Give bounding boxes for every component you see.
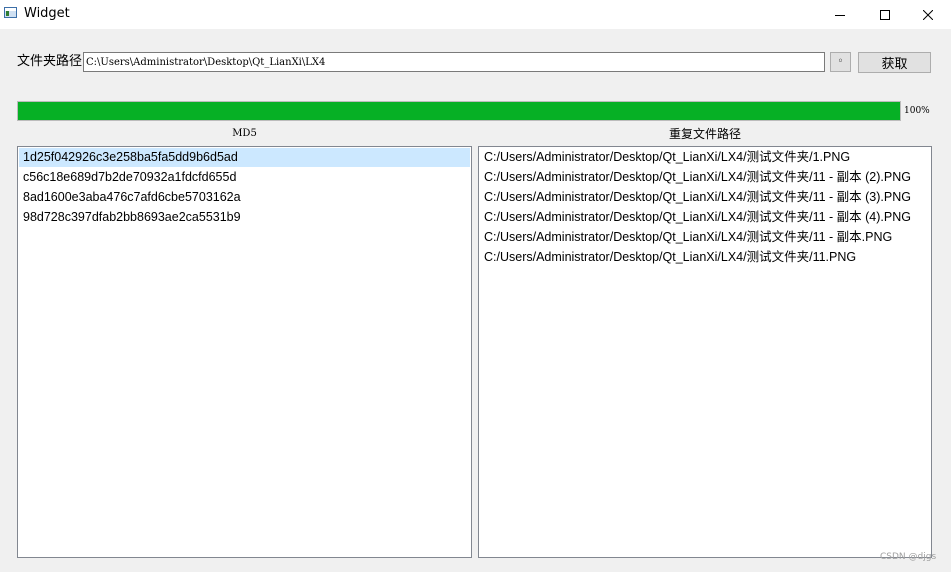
duplicate-path-list[interactable]: C:/Users/Administrator/Desktop/Qt_LianXi… — [478, 146, 932, 558]
maximize-icon — [880, 9, 890, 20]
window-title: Widget — [24, 6, 70, 21]
folder-path-input[interactable] — [83, 52, 825, 72]
browse-button[interactable]: ◦ — [830, 52, 851, 72]
md5-list-item[interactable]: 98d728c397dfab2bb8693ae2ca5531b9 — [19, 208, 470, 227]
close-button[interactable] — [905, 0, 951, 29]
fetch-button-label: 获取 — [881, 57, 908, 72]
duplicate-path-column-header: 重复文件路径 — [668, 127, 741, 141]
window-app-icon — [4, 7, 17, 18]
watermark-text: CSDN @djgs — [880, 552, 937, 562]
title-bar[interactable]: Widget — [0, 0, 951, 29]
duplicate-path-item[interactable]: C:/Users/Administrator/Desktop/Qt_LianXi… — [480, 248, 930, 267]
duplicate-path-item[interactable]: C:/Users/Administrator/Desktop/Qt_LianXi… — [480, 208, 930, 227]
maximize-button[interactable] — [862, 0, 908, 29]
progress-bar-fill — [18, 102, 900, 120]
duplicate-path-item[interactable]: C:/Users/Administrator/Desktop/Qt_LianXi… — [480, 188, 930, 207]
md5-list-item[interactable]: 8ad1600e3aba476c7afd6cbe5703162a — [19, 188, 470, 207]
md5-list-item[interactable]: c56c18e689d7b2de70932a1fdcfd655d — [19, 168, 470, 187]
folder-path-label: 文件夹路径 — [17, 54, 83, 69]
md5-column-header: MD5 — [232, 128, 257, 139]
md5-list-item[interactable]: 1d25f042926c3e258ba5fa5dd9b6d5ad — [19, 148, 470, 167]
progress-percent-text: 100% — [904, 106, 930, 116]
minimize-icon — [835, 14, 845, 16]
md5-list[interactable]: 1d25f042926c3e258ba5fa5dd9b6d5ad c56c18e… — [17, 146, 472, 558]
duplicate-path-item[interactable]: C:/Users/Administrator/Desktop/Qt_LianXi… — [480, 168, 930, 187]
duplicate-path-item[interactable]: C:/Users/Administrator/Desktop/Qt_LianXi… — [480, 228, 930, 247]
fetch-button[interactable]: 获取 — [858, 52, 931, 73]
minimize-button[interactable] — [817, 0, 863, 29]
duplicate-path-item[interactable]: C:/Users/Administrator/Desktop/Qt_LianXi… — [480, 148, 930, 167]
browse-button-label: ◦ — [837, 56, 844, 67]
close-icon — [923, 9, 933, 20]
progress-bar — [17, 101, 901, 121]
